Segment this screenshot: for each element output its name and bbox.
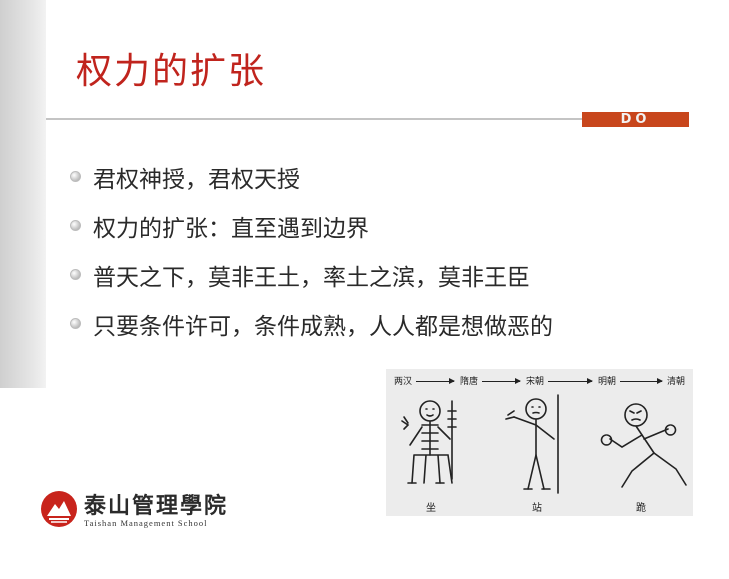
arrow-icon [482,378,521,384]
pose-label: 跪 [636,503,646,514]
era-label: 宋朝 [526,377,545,387]
era-label: 隋唐 [460,377,479,387]
bullet-text: 权力的扩张：直至遇到边界 [93,215,369,242]
do-tag: DO [582,112,689,127]
era-timeline: 两汉 隋唐 宋朝 明朝 清朝 [392,374,688,388]
title-divider [46,118,582,120]
pose-label: 站 [532,503,542,514]
bullet-item: 权力的扩张：直至遇到边界 [70,201,553,250]
bullet-text: 君权神授，君权天授 [93,166,300,193]
era-label: 明朝 [598,377,617,387]
era-label: 两汉 [394,377,413,387]
stick-figures-icon [401,394,687,494]
bullet-dot-icon [70,269,81,280]
pose-label: 坐 [426,503,436,514]
bullet-text: 普天之下，莫非王土，率土之滨，莫非王臣 [93,264,530,291]
arrow-icon [416,378,455,384]
left-side-bar [0,0,46,388]
bullet-dot-icon [70,220,81,231]
school-name-en: Taishan Management School [84,518,208,528]
bullet-dot-icon [70,171,81,182]
bullet-item: 普天之下，莫非王土，率土之滨，莫非王臣 [70,250,553,299]
arrow-icon [548,378,593,384]
bullet-text: 只要条件许可，条件成熟，人人都是想做恶的 [93,313,553,340]
bullet-item: 君权神授，君权天授 [70,152,553,201]
bullet-dot-icon [70,318,81,329]
arrow-icon [620,378,663,384]
school-logo: 泰山管理學院 Taishan Management School [40,488,240,538]
bullet-item: 只要条件许可，条件成熟，人人都是想做恶的 [70,299,553,348]
era-label: 清朝 [667,377,686,387]
posture-illustration: 两汉 隋唐 宋朝 明朝 清朝 坐 站 跪 [386,369,693,516]
school-emblem-icon [41,491,77,527]
school-name-cn: 泰山管理學院 [84,493,229,519]
slide-title: 权力的扩张 [76,51,267,92]
bullet-list: 君权神授，君权天授 权力的扩张：直至遇到边界 普天之下，莫非王土，率土之滨，莫非… [70,152,553,348]
